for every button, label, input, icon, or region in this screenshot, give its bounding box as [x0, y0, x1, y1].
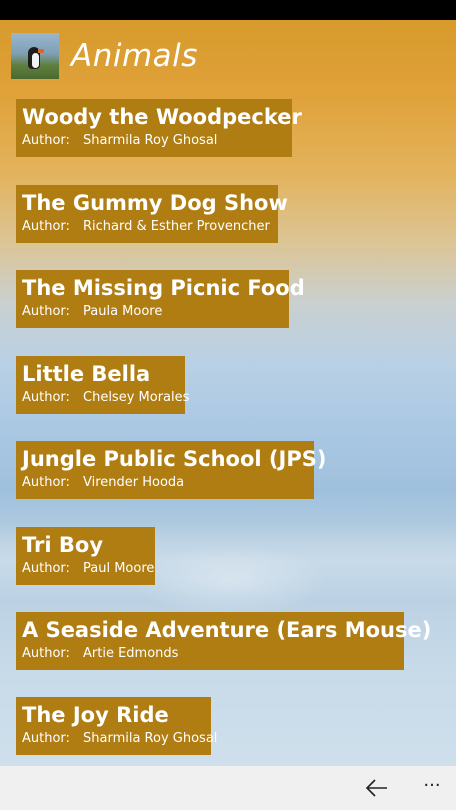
story-author: Virender Hooda	[83, 475, 185, 490]
author-label: Author:	[22, 133, 70, 148]
story-author-line: Author: Chelsey Morales	[22, 390, 189, 406]
story-author: Richard & Esther Provencher	[83, 219, 270, 234]
page-header: Animals	[11, 32, 198, 80]
story-author-line: Author: Sharmila Roy Ghosal	[22, 133, 292, 149]
story-item[interactable]: Little Bella Author: Chelsey Morales	[16, 356, 189, 414]
back-arrow-icon	[365, 779, 387, 797]
author-label: Author:	[22, 731, 70, 746]
author-label: Author:	[22, 475, 70, 490]
story-item[interactable]: Jungle Public School (JPS) Author: Virend…	[16, 441, 327, 499]
story-item[interactable]: The Joy Ride Author: Sharmila Roy Ghosal	[16, 697, 217, 755]
more-options-button[interactable]: ···	[420, 776, 444, 800]
story-item[interactable]: A Seaside Adventure (Ears Mouse) Author:…	[16, 612, 432, 670]
story-title: Woody the Woodpecker	[22, 105, 302, 129]
story-author-line: Author: Sharmila Roy Ghosal	[22, 731, 217, 747]
story-title: Jungle Public School (JPS)	[22, 447, 327, 471]
story-author: Artie Edmonds	[83, 646, 179, 661]
puffin-belly	[32, 53, 39, 68]
story-item[interactable]: The Missing Picnic Food Author: Paula Moo…	[16, 270, 305, 328]
author-label: Author:	[22, 390, 70, 405]
status-bar	[0, 0, 456, 20]
story-author-line: Author: Richard & Esther Provencher	[22, 219, 278, 235]
story-title: Tri Boy	[22, 533, 104, 557]
story-author: Chelsey Morales	[83, 390, 190, 405]
story-title: The Missing Picnic Food	[22, 276, 305, 300]
app-bar: ···	[0, 766, 456, 810]
back-button[interactable]	[364, 776, 390, 800]
story-item[interactable]: Tri Boy Author: Paul Moore	[16, 527, 155, 585]
story-title: A Seaside Adventure (Ears Mouse)	[22, 618, 432, 642]
story-author: Sharmila Roy Ghosal	[83, 731, 218, 746]
story-author-line: Author: Virender Hooda	[22, 475, 314, 491]
story-author-line: Author: Paula Moore	[22, 304, 289, 320]
story-item[interactable]: Woody the Woodpecker Author: Sharmila Roy…	[16, 99, 302, 157]
story-author: Paul Moore	[83, 561, 155, 576]
author-label: Author:	[22, 304, 70, 319]
story-title: Little Bella	[22, 362, 151, 386]
category-thumbnail	[11, 33, 59, 79]
author-label: Author:	[22, 646, 70, 661]
puffin-beak	[38, 49, 44, 53]
author-label: Author:	[22, 561, 70, 576]
story-title: The Joy Ride	[22, 703, 169, 727]
story-title: The Gummy Dog Show	[22, 191, 288, 215]
page-title: Animals	[71, 38, 198, 74]
story-author: Sharmila Roy Ghosal	[83, 133, 218, 148]
story-author-line: Author: Artie Edmonds	[22, 646, 404, 662]
author-label: Author:	[22, 219, 70, 234]
story-author-line: Author: Paul Moore	[22, 561, 155, 577]
story-author: Paula Moore	[83, 304, 163, 319]
story-item[interactable]: The Gummy Dog Show Author: Richard & Esth…	[16, 185, 288, 243]
